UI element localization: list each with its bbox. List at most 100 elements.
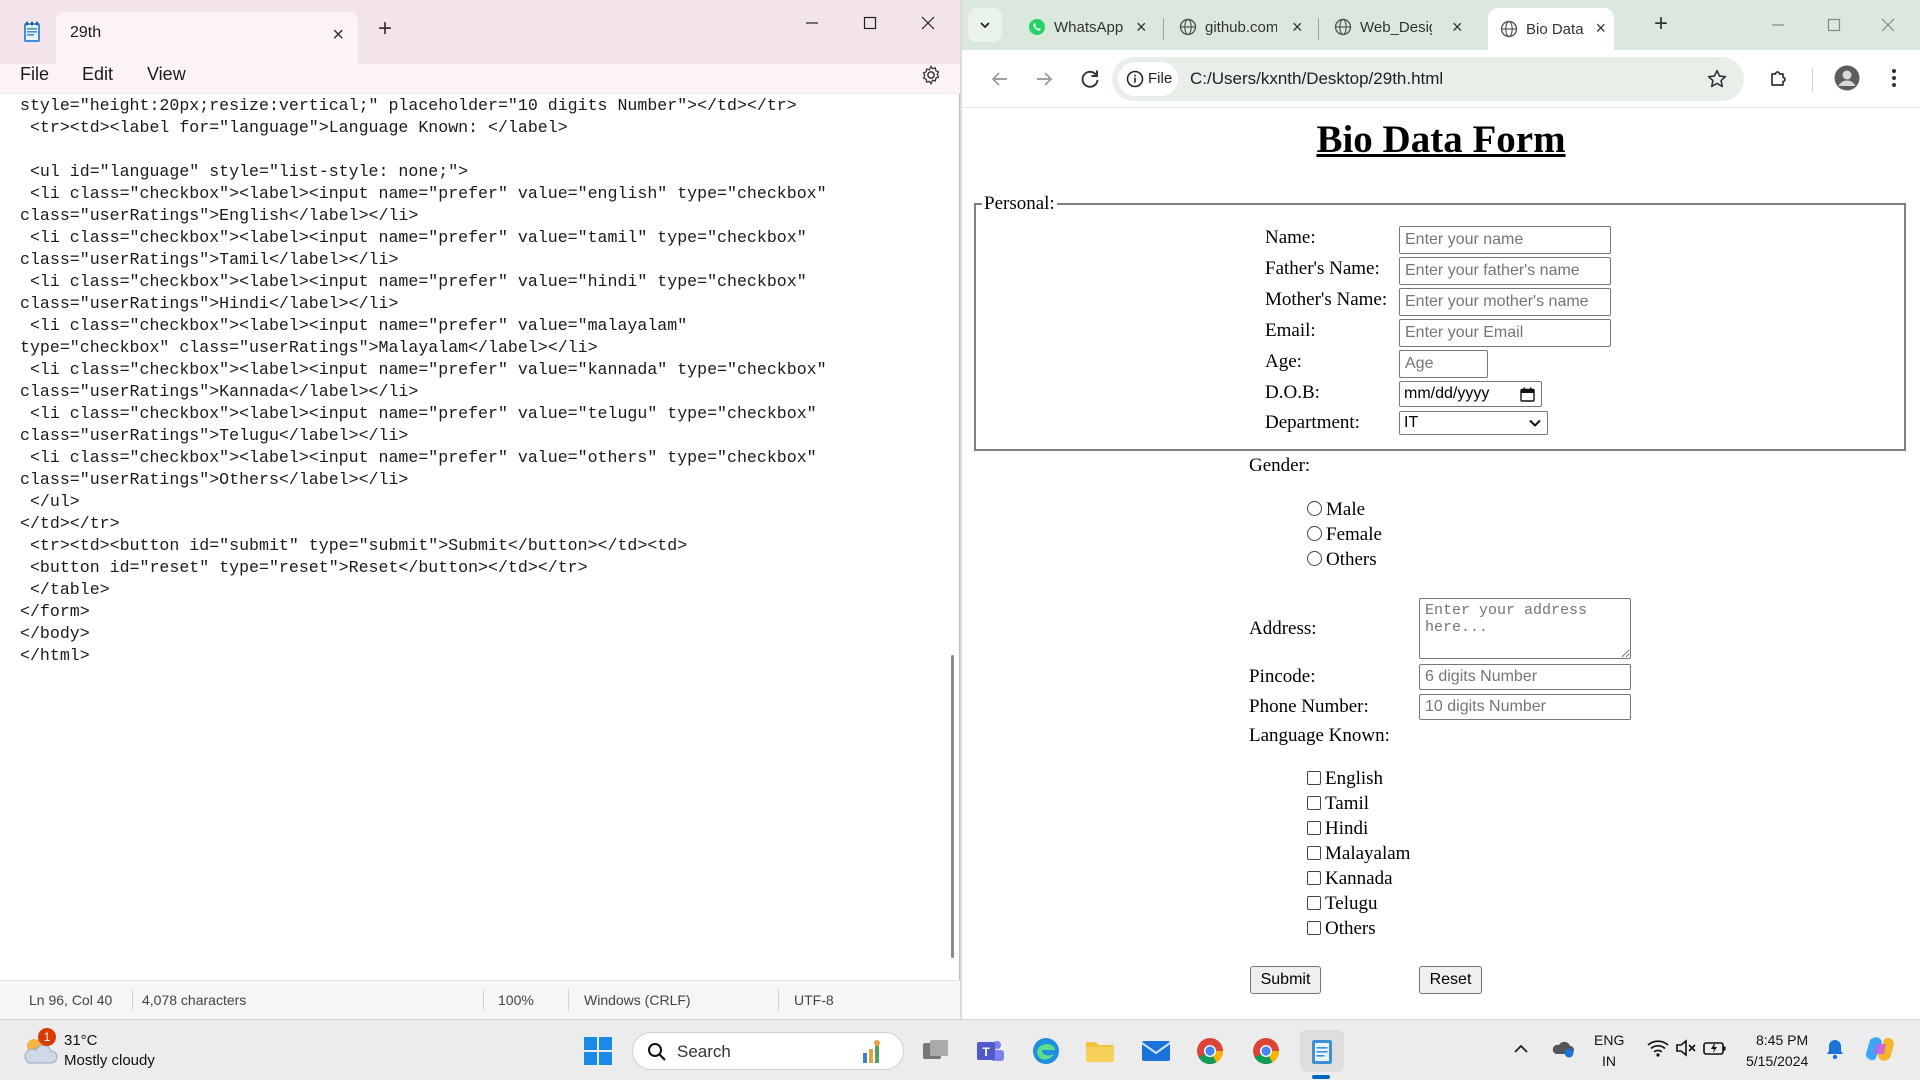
dob-date-input[interactable]: mm/dd/yyyy bbox=[1399, 381, 1542, 407]
maximize-button[interactable] bbox=[842, 6, 898, 40]
code-line: </form> bbox=[20, 602, 90, 621]
chrome-close-button[interactable] bbox=[1868, 10, 1908, 40]
department-value: IT bbox=[1404, 414, 1419, 431]
language-others-checkbox[interactable] bbox=[1307, 921, 1321, 935]
language-telugu-checkbox[interactable] bbox=[1307, 896, 1321, 910]
new-tab-icon[interactable]: + bbox=[1654, 12, 1668, 36]
notepad-icon bbox=[1312, 1040, 1332, 1064]
maximize-icon bbox=[863, 16, 877, 30]
phone-input[interactable] bbox=[1419, 694, 1631, 720]
code-line: <li class="checkbox"><label><input name=… bbox=[20, 448, 817, 467]
language-tamil-label: Tamil bbox=[1325, 793, 1370, 814]
chrome-minimize-button[interactable] bbox=[1758, 10, 1798, 40]
globe-icon bbox=[1179, 18, 1197, 36]
chrome-profile-app[interactable] bbox=[1244, 1030, 1288, 1072]
code-line: <li class="checkbox"><label><input name=… bbox=[20, 404, 817, 423]
menu-file[interactable]: File bbox=[18, 64, 51, 85]
copilot-icon[interactable] bbox=[1864, 1034, 1896, 1064]
folder-icon bbox=[1086, 1042, 1114, 1062]
extensions-puzzle-icon[interactable] bbox=[1767, 66, 1791, 90]
reset-button[interactable]: Reset bbox=[1419, 966, 1482, 994]
settings-gear-icon[interactable] bbox=[920, 64, 942, 86]
code-line: </td></tr> bbox=[20, 514, 120, 533]
chevron-up-icon[interactable] bbox=[1513, 1042, 1529, 1054]
url-text[interactable]: C:/Users/kxnth/Desktop/29th.html bbox=[1190, 69, 1443, 89]
language-tamil-checkbox[interactable] bbox=[1307, 796, 1321, 810]
address-bar[interactable]: File C:/Users/kxnth/Desktop/29th.html bbox=[1112, 57, 1744, 101]
notepad-app[interactable] bbox=[1300, 1030, 1344, 1072]
tab-whatsapp[interactable]: WhatsApp bbox=[1016, 8, 1126, 50]
more-menu-icon[interactable] bbox=[1882, 66, 1906, 90]
menu-view[interactable]: View bbox=[145, 64, 188, 85]
tab-close-icon[interactable]: × bbox=[1136, 18, 1147, 36]
gender-male-radio[interactable] bbox=[1307, 501, 1322, 516]
editor-scrollbar-thumb[interactable] bbox=[951, 655, 954, 958]
calendar-icon[interactable] bbox=[1520, 387, 1535, 402]
notification-bell-icon[interactable] bbox=[1825, 1038, 1845, 1060]
start-button[interactable] bbox=[576, 1030, 620, 1072]
gender-others-radio[interactable] bbox=[1307, 551, 1322, 566]
bookmark-star-icon[interactable] bbox=[1706, 68, 1728, 90]
svg-text:T: T bbox=[982, 1045, 990, 1059]
close-window-button[interactable] bbox=[900, 6, 956, 40]
age-input[interactable] bbox=[1399, 350, 1488, 378]
keyboard-language-bottom[interactable]: IN bbox=[1602, 1053, 1616, 1069]
tab-search-button[interactable] bbox=[968, 8, 1002, 42]
battery-charging-icon[interactable] bbox=[1703, 1039, 1727, 1057]
notepad-new-tab-icon[interactable]: + bbox=[378, 17, 392, 41]
code-line: <ul id="language" style="list-style: non… bbox=[20, 162, 469, 181]
keyboard-language-top[interactable]: ENG bbox=[1594, 1032, 1624, 1048]
code-line: class="userRatings">Telugu</label></li> bbox=[20, 426, 409, 445]
code-line: class="userRatings">Kannada</label></li> bbox=[20, 382, 419, 401]
mail-app[interactable] bbox=[1134, 1030, 1178, 1072]
status-position: Ln 96, Col 40 bbox=[29, 992, 113, 1008]
pincode-input[interactable] bbox=[1419, 664, 1631, 690]
active-tab[interactable]: Bio Data Form × bbox=[1488, 8, 1614, 50]
active-app-indicator bbox=[1312, 1075, 1330, 1079]
language-english-checkbox[interactable] bbox=[1307, 771, 1321, 785]
volume-muted-icon[interactable] bbox=[1675, 1039, 1697, 1057]
wifi-icon[interactable] bbox=[1647, 1039, 1669, 1057]
taskbar-search-box[interactable]: Search bbox=[632, 1032, 904, 1070]
mother-name-input[interactable] bbox=[1399, 288, 1611, 316]
teams-app[interactable]: T bbox=[968, 1030, 1012, 1072]
task-view-button[interactable] bbox=[914, 1030, 958, 1072]
tab-close-icon[interactable]: × bbox=[1452, 18, 1463, 36]
father-name-input[interactable] bbox=[1399, 257, 1611, 285]
profile-avatar[interactable] bbox=[1834, 65, 1860, 91]
tab-close-icon[interactable]: × bbox=[1292, 18, 1303, 36]
chrome-app[interactable] bbox=[1188, 1030, 1232, 1072]
notepad-menubar: File Edit View bbox=[0, 64, 960, 94]
email-input[interactable] bbox=[1399, 319, 1611, 347]
clock-time[interactable]: 8:45 PM bbox=[1756, 1032, 1808, 1048]
back-arrow-icon[interactable] bbox=[988, 67, 1012, 91]
search-label: Search bbox=[677, 1042, 731, 1061]
language-english-label: English bbox=[1325, 768, 1384, 789]
notepad-tab[interactable]: 29th × bbox=[56, 12, 358, 64]
gender-female-radio[interactable] bbox=[1307, 526, 1322, 541]
address-textarea[interactable] bbox=[1419, 598, 1631, 659]
file-explorer-app[interactable] bbox=[1078, 1030, 1122, 1072]
globe-icon bbox=[1334, 18, 1352, 36]
tab-github[interactable]: github.com bbox=[1167, 8, 1279, 50]
forward-arrow-icon[interactable] bbox=[1032, 67, 1056, 91]
language-malayalam-checkbox[interactable] bbox=[1307, 846, 1321, 860]
clock-date[interactable]: 5/15/2024 bbox=[1746, 1053, 1808, 1069]
name-input[interactable] bbox=[1399, 226, 1611, 254]
edge-app[interactable] bbox=[1024, 1030, 1068, 1072]
notepad-editor[interactable]: style="height:20px;resize:vertical;" pla… bbox=[0, 95, 950, 979]
reload-icon[interactable] bbox=[1078, 67, 1102, 91]
tab-web-design[interactable]: Web_Design bbox=[1322, 8, 1434, 50]
language-hindi-checkbox[interactable] bbox=[1307, 821, 1321, 835]
onedrive-icon[interactable] bbox=[1551, 1037, 1575, 1059]
menu-edit[interactable]: Edit bbox=[80, 64, 115, 85]
chrome-maximize-button[interactable] bbox=[1814, 10, 1854, 40]
weather-description: Mostly cloudy bbox=[64, 1052, 155, 1069]
minimize-button[interactable] bbox=[784, 6, 840, 40]
tab-close-icon[interactable]: × bbox=[1595, 19, 1606, 37]
language-kannada-checkbox[interactable] bbox=[1307, 871, 1321, 885]
site-info-chip[interactable]: File bbox=[1118, 62, 1178, 96]
notepad-tab-close-icon[interactable]: × bbox=[332, 25, 344, 45]
department-select[interactable]: IT bbox=[1399, 411, 1548, 435]
submit-button[interactable]: Submit bbox=[1250, 966, 1321, 994]
